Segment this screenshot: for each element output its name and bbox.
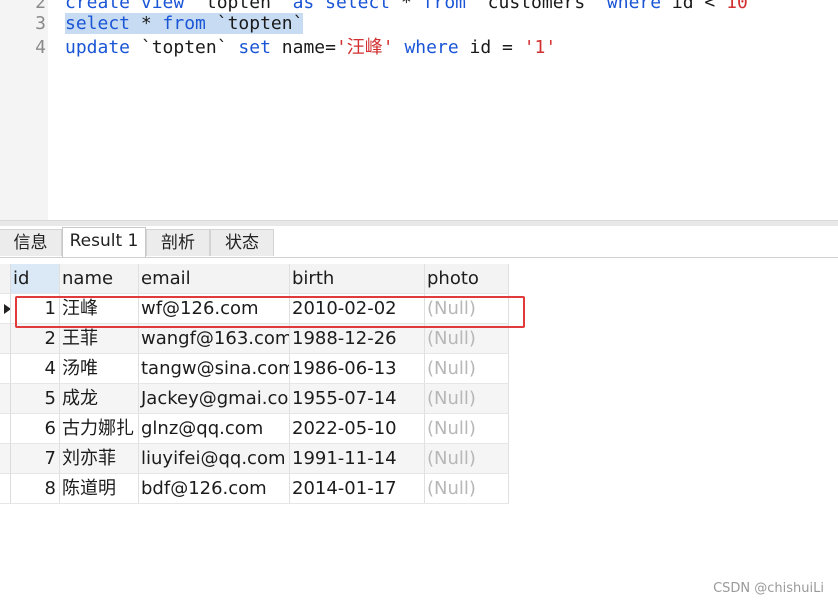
row-indicator[interactable] [0,354,11,384]
cell-photo[interactable]: (Null) [425,384,509,414]
tab-profile[interactable]: 剖析 [146,229,210,256]
tab-info[interactable]: 信息 [0,229,62,256]
row-indicator-header [0,264,11,294]
code-token: `topten` [140,37,239,58]
cell-photo[interactable]: (Null) [425,324,509,354]
code-token: id = [469,37,524,58]
cell-birth[interactable]: 1988-12-26 [290,324,425,354]
cell-id[interactable]: 7 [11,444,60,474]
code-token: '汪峰' [335,37,405,58]
cell-email[interactable]: Jackey@gmai.com [139,384,290,414]
column-header-photo[interactable]: photo [425,264,509,294]
current-row-arrow-icon [4,304,10,314]
highlight-annotation-box [15,296,525,328]
cell-name[interactable]: 汤唯 [60,354,139,384]
row-indicator[interactable] [0,444,11,474]
cell-id[interactable]: 6 [11,414,60,444]
column-header-email[interactable]: email [139,264,290,294]
code-token: from [422,0,477,13]
cell-name[interactable]: 刘亦菲 [60,444,139,474]
cell-photo[interactable]: (Null) [425,444,509,474]
table-row[interactable]: 7 刘亦菲 liuyifei@qq.com 1991-11-14 (Null) [0,444,509,474]
cell-email[interactable]: tangw@sina.com [139,354,290,384]
line-number: 3 [35,13,46,34]
cell-photo[interactable]: (Null) [425,414,509,444]
result-tab-bar: 信息 Result 1 剖析 状态 [0,226,838,258]
row-indicator[interactable] [0,384,11,414]
code-token: 10 [726,0,748,13]
cell-email[interactable]: wangf@163.com [139,324,290,354]
cell-birth[interactable]: 1955-07-14 [290,384,425,414]
row-indicator[interactable] [0,474,11,504]
code-token: update [65,37,141,58]
code-token: select [65,13,131,34]
code-token: * [400,0,423,13]
cell-birth[interactable]: 2022-05-10 [290,414,425,444]
row-indicator[interactable] [0,414,11,444]
code-token: from [162,13,206,34]
cell-name[interactable]: 王菲 [60,324,139,354]
cell-id[interactable]: 8 [11,474,60,504]
table-row[interactable]: 6 古力娜扎 glnz@qq.com 2022-05-10 (Null) [0,414,509,444]
code-token: set [238,37,282,58]
table-row[interactable]: 8 陈道明 bdf@126.com 2014-01-17 (Null) [0,474,509,504]
code-token: name= [281,37,336,58]
cell-name[interactable]: 陈道明 [60,474,139,504]
code-token: `topten` [205,13,304,34]
cell-email[interactable]: liuyifei@qq.com [139,444,290,474]
watermark: CSDN @chishuiLi [713,581,824,596]
cell-id[interactable]: 4 [11,354,60,384]
table-row[interactable]: 5 成龙 Jackey@gmai.com 1955-07-14 (Null) [0,384,509,414]
table-row[interactable]: 4 汤唯 tangw@sina.com 1986-06-13 (Null) [0,354,509,384]
row-indicator[interactable] [0,294,11,324]
column-header-name[interactable]: name [60,264,139,294]
code-token: as select [292,0,401,13]
code-token: `customers` [476,0,607,13]
cell-photo[interactable]: (Null) [425,474,509,504]
code-token: id < [671,0,727,13]
cell-name[interactable]: 古力娜扎 [60,414,139,444]
code-token: where [404,37,470,58]
cell-id[interactable]: 5 [11,384,60,414]
column-header-birth[interactable]: birth [290,264,425,294]
cell-birth[interactable]: 2014-01-17 [290,474,425,504]
table-row[interactable]: 2 王菲 wangf@163.com 1988-12-26 (Null) [0,324,509,354]
tab-status[interactable]: 状态 [210,229,274,256]
cell-name[interactable]: 成龙 [60,384,139,414]
tab-result-1[interactable]: Result 1 [62,227,146,257]
cell-email[interactable]: glnz@qq.com [139,414,290,444]
line-number: 4 [35,37,46,58]
code-token: * [130,13,163,34]
code-text: select * from `topten` [65,12,304,36]
code-token: where [606,0,672,13]
cell-birth[interactable]: 1991-11-14 [290,444,425,474]
row-indicator[interactable] [0,324,11,354]
code-token: '1' [523,37,557,58]
cell-email[interactable]: bdf@126.com [139,474,290,504]
code-text: update `topten` set name='汪峰' where id =… [65,36,556,60]
cell-id[interactable]: 2 [11,324,60,354]
cell-birth[interactable]: 1986-06-13 [290,354,425,384]
cell-photo[interactable]: (Null) [425,354,509,384]
grid-header-row: id name email birth photo [0,264,509,294]
sql-editor[interactable]: 2 create view `topten` as select * from `… [0,0,838,222]
column-header-id[interactable]: id [11,264,60,294]
